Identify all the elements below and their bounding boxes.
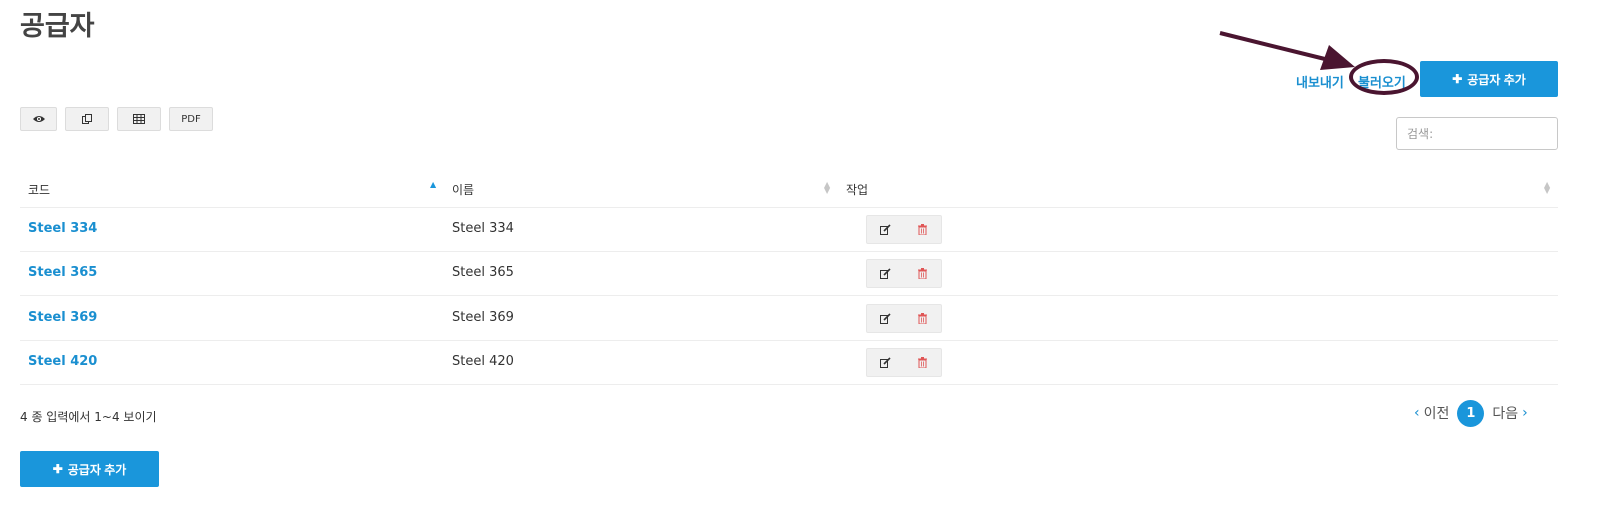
add-supplier-label: 공급자 추가 <box>1467 72 1526 87</box>
table-row: Steel 369 Steel 369 <box>20 297 1558 341</box>
annotation-arrow <box>1219 31 1355 70</box>
edit-button[interactable] <box>867 349 904 376</box>
sort-both-icon[interactable]: ▲ ▼ <box>1544 181 1550 195</box>
export-toolbar: PDF <box>20 107 213 131</box>
supplier-code-link[interactable]: Steel 369 <box>28 310 97 325</box>
table-row: Steel 334 Steel 334 <box>20 208 1558 252</box>
column-header-actions: 작업 <box>846 183 869 197</box>
excel-export-button[interactable] <box>117 107 161 131</box>
trash-icon <box>918 224 927 235</box>
delete-button[interactable] <box>904 216 941 243</box>
edit-button[interactable] <box>867 260 904 287</box>
pdf-export-button[interactable]: PDF <box>169 107 213 131</box>
next-page-button[interactable]: 다음 › <box>1492 403 1527 423</box>
previous-page-button[interactable]: ‹ 이전 <box>1414 403 1449 423</box>
page-title: 공급자 <box>20 11 95 42</box>
supplier-name: Steel 369 <box>452 310 514 325</box>
supplier-name: Steel 365 <box>452 265 514 280</box>
sort-both-icon[interactable]: ▲ ▼ <box>824 181 830 195</box>
row-actions <box>866 304 942 333</box>
edit-icon <box>880 224 891 235</box>
edit-button[interactable] <box>867 305 904 332</box>
trash-icon <box>918 313 927 324</box>
trash-icon <box>918 357 927 368</box>
export-link[interactable]: 내보내기 <box>1296 72 1344 91</box>
search-input[interactable] <box>1396 117 1558 150</box>
plus-icon: ✚ <box>52 462 63 476</box>
table-icon <box>133 114 145 124</box>
supplier-code-link[interactable]: Steel 365 <box>28 265 97 280</box>
table-info: 4 종 입력에서 1~4 보이기 <box>20 410 157 424</box>
plus-icon: ✚ <box>1452 72 1463 86</box>
column-header-code[interactable]: 코드 <box>28 181 50 198</box>
row-actions <box>866 348 942 377</box>
copy-button[interactable] <box>65 107 109 131</box>
supplier-code-link[interactable]: Steel 334 <box>28 221 97 236</box>
chevron-left-icon: ‹ <box>1414 405 1420 421</box>
column-header-name[interactable]: 이름 <box>452 181 474 198</box>
edit-icon <box>880 357 891 368</box>
add-supplier-button-bottom[interactable]: ✚ 공급자 추가 <box>20 451 159 487</box>
supplier-code-link[interactable]: Steel 420 <box>28 354 97 369</box>
table-header: 코드 ▲ 이름 ▲ ▼ 작업 ▲ ▼ <box>20 172 1558 208</box>
supplier-name: Steel 334 <box>452 221 514 236</box>
column-visibility-button[interactable] <box>20 107 57 131</box>
add-supplier-label: 공급자 추가 <box>67 462 127 477</box>
table-row: Steel 420 Steel 420 <box>20 341 1558 385</box>
edit-icon <box>880 313 891 324</box>
sort-ascending-icon[interactable]: ▲ <box>430 181 436 189</box>
delete-button[interactable] <box>904 260 941 287</box>
add-supplier-button[interactable]: ✚ 공급자 추가 <box>1420 61 1558 97</box>
table-row: Steel 365 Steel 365 <box>20 252 1558 296</box>
delete-button[interactable] <box>904 305 941 332</box>
copy-icon <box>82 114 92 124</box>
trash-icon <box>918 268 927 279</box>
chevron-right-icon: › <box>1522 405 1528 421</box>
pagination: ‹ 이전 1 다음 › <box>1414 399 1528 427</box>
row-actions <box>866 259 942 288</box>
edit-button[interactable] <box>867 216 904 243</box>
annotation-highlight <box>1349 59 1419 95</box>
delete-button[interactable] <box>904 349 941 376</box>
page-number-current[interactable]: 1 <box>1457 399 1485 427</box>
edit-icon <box>880 268 891 279</box>
row-actions <box>866 215 942 244</box>
supplier-name: Steel 420 <box>452 354 514 369</box>
eye-icon <box>32 116 45 122</box>
